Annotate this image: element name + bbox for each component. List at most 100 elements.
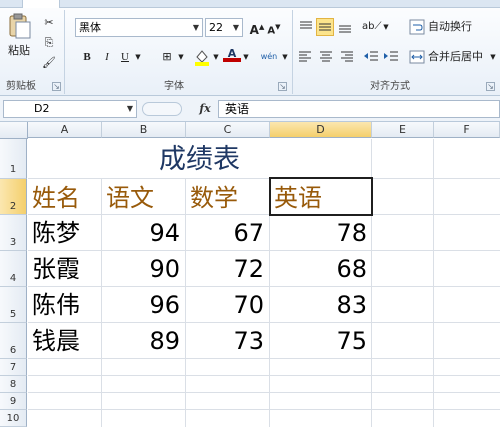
cell-name[interactable]: 陈梦	[32, 217, 100, 249]
wrap-text-icon[interactable]	[408, 18, 426, 36]
cell-math[interactable]: 72	[186, 253, 264, 285]
gridline	[28, 375, 500, 376]
align-top-icon[interactable]	[297, 18, 315, 36]
cell-english[interactable]: 78	[270, 217, 367, 249]
paste-label[interactable]: 粘贴	[8, 42, 38, 60]
row-header-6[interactable]: 6	[0, 323, 27, 359]
cut-icon[interactable]: ✂	[40, 14, 58, 32]
clipboard-launcher-icon[interactable]: ↘	[52, 82, 61, 91]
chevron-down-icon[interactable]: ▼	[127, 101, 133, 117]
cell-chinese[interactable]: 94	[102, 217, 180, 249]
paste-icon[interactable]	[6, 12, 32, 40]
underline-button[interactable]: U	[116, 48, 134, 66]
gridline	[28, 286, 500, 287]
row-header-8[interactable]: 8	[0, 376, 27, 393]
border-button[interactable]: ⊞	[158, 48, 176, 66]
row-header-7[interactable]: 7	[0, 359, 27, 376]
header-cell-chinese[interactable]: 语文	[106, 182, 184, 214]
decrease-indent-icon[interactable]	[362, 48, 380, 66]
select-all-button[interactable]	[0, 122, 28, 139]
font-launcher-icon[interactable]: ↘	[278, 82, 287, 91]
row-header-3[interactable]: 3	[0, 215, 27, 251]
chevron-down-icon[interactable]: ▼	[381, 18, 391, 36]
column-header-c[interactable]: C	[186, 122, 270, 138]
clipboard-group-label: 剪贴板	[6, 81, 36, 92]
cell-name[interactable]: 钱晨	[32, 325, 100, 357]
cell-chinese[interactable]: 90	[102, 253, 180, 285]
font-size-value: 22	[209, 21, 223, 34]
column-header-d[interactable]: D	[270, 122, 372, 138]
tab-home[interactable]	[22, 0, 60, 8]
gridline	[433, 139, 434, 427]
alignment-launcher-icon[interactable]: ↘	[486, 82, 495, 91]
chevron-down-icon[interactable]: ▼	[133, 48, 143, 66]
group-separator	[64, 10, 65, 94]
column-header-e[interactable]: E	[372, 122, 434, 138]
chevron-down-icon[interactable]: ▼	[176, 48, 186, 66]
chevron-down-icon[interactable]: ▼	[488, 48, 498, 66]
row-header-9[interactable]: 9	[0, 393, 27, 410]
align-left-icon[interactable]	[297, 48, 315, 66]
sheet-title-cell[interactable]: 成绩表	[28, 142, 371, 178]
row-header-10[interactable]: 10	[0, 410, 27, 427]
italic-button[interactable]: I	[98, 48, 116, 66]
chevron-down-icon[interactable]: ▼	[241, 48, 251, 66]
formula-bar-resize-handle[interactable]	[142, 102, 182, 116]
cell-english[interactable]: 83	[270, 289, 367, 321]
column-header-b[interactable]: B	[102, 122, 186, 138]
cell-english[interactable]: 68	[270, 253, 367, 285]
gridline	[28, 214, 500, 215]
align-right-icon[interactable]	[337, 48, 355, 66]
chevron-down-icon[interactable]: ▼	[280, 48, 290, 66]
name-box-value: D2	[34, 102, 50, 115]
align-bottom-icon[interactable]	[336, 18, 354, 36]
merge-center-icon[interactable]	[408, 48, 426, 66]
shrink-font-button[interactable]: A▼	[265, 18, 283, 36]
ribbon-tab-strip	[0, 0, 500, 8]
cell-name[interactable]: 张霞	[32, 253, 100, 285]
font-size-combo[interactable]: 22 ▼	[205, 18, 243, 37]
column-header-f[interactable]: F	[434, 122, 500, 138]
cell-name[interactable]: 陈伟	[32, 289, 100, 321]
gridline	[28, 250, 500, 251]
chevron-down-icon[interactable]: ▼	[230, 19, 242, 36]
active-cell-selection	[269, 177, 373, 216]
chevron-down-icon[interactable]: ▼	[190, 19, 202, 36]
fill-color-icon[interactable]	[193, 48, 211, 66]
row-header-4[interactable]: 4	[0, 251, 27, 287]
gridline	[28, 409, 500, 410]
align-center-icon[interactable]	[317, 48, 335, 66]
header-cell-name[interactable]: 姓名	[32, 182, 100, 214]
align-middle-icon[interactable]	[316, 18, 334, 36]
column-header-a[interactable]: A	[28, 122, 102, 138]
cell-chinese[interactable]: 89	[102, 325, 180, 357]
gridline	[28, 392, 500, 393]
chevron-down-icon[interactable]: ▼	[211, 48, 221, 66]
grow-font-label: A	[249, 23, 259, 37]
font-color-button[interactable]: A	[223, 46, 241, 62]
cell-chinese[interactable]: 96	[102, 289, 180, 321]
format-painter-icon[interactable]: 🖌	[40, 54, 58, 72]
phonetic-button[interactable]: wén	[258, 48, 280, 66]
wrap-text-label[interactable]: 自动换行	[428, 18, 498, 36]
cell-english[interactable]: 75	[270, 325, 367, 357]
merge-center-label[interactable]: 合并后居中	[428, 48, 490, 66]
header-cell-math[interactable]: 数学	[190, 182, 268, 214]
name-box[interactable]: D2 ▼	[3, 100, 137, 118]
font-name-value: 黑体	[79, 21, 101, 34]
cell-math[interactable]: 73	[186, 325, 264, 357]
copy-icon[interactable]: ⎘	[40, 34, 58, 52]
bold-button[interactable]: B	[78, 48, 96, 66]
formula-input[interactable]: 英语	[218, 100, 500, 118]
increase-indent-icon[interactable]	[382, 48, 400, 66]
gridline	[28, 358, 500, 359]
row-header-1[interactable]: 1	[0, 139, 27, 179]
orientation-icon[interactable]: ab⟋	[362, 18, 381, 36]
row-header-5[interactable]: 5	[0, 287, 27, 323]
cell-math[interactable]: 67	[186, 217, 264, 249]
insert-function-icon[interactable]: fx	[196, 100, 214, 118]
font-name-combo[interactable]: 黑体 ▼	[75, 18, 203, 37]
row-header-2[interactable]: 2	[0, 179, 27, 215]
grow-font-button[interactable]: A▲	[248, 18, 266, 37]
cell-math[interactable]: 70	[186, 289, 264, 321]
